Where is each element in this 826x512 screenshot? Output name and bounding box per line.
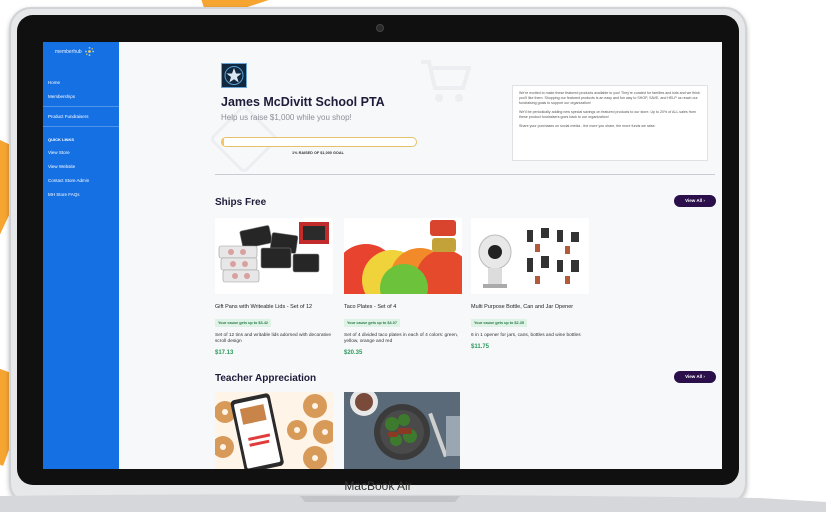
product-title[interactable]: Taco Plates - Set of 4 bbox=[344, 304, 462, 311]
cause-badge: Your cause gets up to $2.35 bbox=[471, 318, 527, 327]
product-image-donuts[interactable] bbox=[215, 392, 333, 469]
cause-badge: Your cause gets up to $4.07 bbox=[344, 318, 400, 327]
sidebar-divider bbox=[43, 106, 119, 107]
product-price: $17.13 bbox=[215, 349, 234, 356]
store-info-box: We're excited to make these featured pro… bbox=[512, 85, 708, 161]
product-image-meal[interactable] bbox=[344, 392, 460, 469]
product-description: Set of 4 divided taco plates in each of … bbox=[344, 332, 459, 344]
product-image-gift-pans[interactable] bbox=[215, 218, 333, 294]
progress-label: 1% RAISED OF $1,000 GOAL bbox=[292, 151, 344, 155]
product-card[interactable]: Taco Plates - Set of 4 Your cause gets u… bbox=[334, 218, 472, 356]
product-title[interactable]: Gift Pans with Writeable Lids - Set of 1… bbox=[215, 304, 333, 311]
section-title-teacher-appreciation: Teacher Appreciation bbox=[215, 373, 317, 384]
logo-text: memberhub bbox=[55, 48, 82, 55]
product-title[interactable]: Multi Purpose Bottle, Can and Jar Opener bbox=[471, 304, 589, 311]
device-brand-label: MacBook Air bbox=[344, 479, 412, 493]
main-content: James McDivitt School PTA Help us raise … bbox=[119, 42, 722, 469]
quick-links-heading: QUICK LINKS bbox=[48, 137, 74, 142]
quick-link-view-store[interactable]: View Store bbox=[48, 150, 70, 155]
sidebar-item-product-fundraisers[interactable]: Product Fundraisers bbox=[48, 114, 89, 119]
sidebar-item-memberships[interactable]: Memberships bbox=[48, 94, 75, 99]
sidebar-divider bbox=[43, 126, 119, 127]
product-description: 6 in 1 opener for jars, cans, bottles an… bbox=[471, 332, 581, 338]
info-paragraph: We're excited to make these featured pro… bbox=[519, 91, 700, 105]
quick-link-contact-admin[interactable]: Contact Store Admin bbox=[48, 178, 89, 183]
fundraising-tagline: Help us raise $1,000 while you shop! bbox=[221, 113, 352, 122]
product-price: $11.75 bbox=[471, 343, 490, 350]
sidebar: memberhub Home Memberships Product Fundr… bbox=[43, 42, 119, 469]
product-price: $20.35 bbox=[344, 349, 363, 356]
product-card[interactable]: Multi Purpose Bottle, Can and Jar Opener… bbox=[471, 218, 589, 350]
section-title-ships-free: Ships Free bbox=[215, 197, 267, 208]
organization-title: James McDivitt School PTA bbox=[221, 95, 385, 109]
view-all-button[interactable]: View All › bbox=[674, 371, 716, 383]
product-card[interactable]: Gift Pans with Writeable Lids - Set of 1… bbox=[215, 218, 333, 356]
quick-link-view-website[interactable]: View Website bbox=[48, 164, 75, 169]
product-description: Set of 12 tins and writable lids adorned… bbox=[215, 332, 331, 344]
info-paragraph: We'll be periodically adding new special… bbox=[519, 110, 696, 119]
pta-star-logo-icon bbox=[221, 63, 247, 88]
webcam-icon bbox=[376, 24, 384, 32]
cause-badge: Your cause gets up to $3.42 bbox=[215, 318, 271, 327]
progress-fill bbox=[222, 138, 224, 146]
product-image-taco-plates[interactable] bbox=[334, 218, 472, 312]
product-image-bottle-opener[interactable] bbox=[471, 218, 589, 294]
quick-link-faqs[interactable]: MH Store FAQs bbox=[48, 192, 80, 197]
laptop-base bbox=[0, 494, 826, 512]
cart-watermark-icon bbox=[421, 60, 471, 102]
memberhub-logo-icon bbox=[85, 47, 95, 56]
view-all-button[interactable]: View All › bbox=[674, 195, 716, 207]
sidebar-item-home[interactable]: Home bbox=[48, 80, 60, 85]
memberhub-logo[interactable]: memberhub bbox=[55, 47, 95, 56]
laptop-screen: memberhub Home Memberships Product Fundr… bbox=[43, 42, 722, 469]
info-paragraph: Share your purchases on social media - t… bbox=[519, 124, 656, 128]
header-divider bbox=[215, 174, 715, 175]
fundraising-progress-bar bbox=[221, 137, 417, 147]
